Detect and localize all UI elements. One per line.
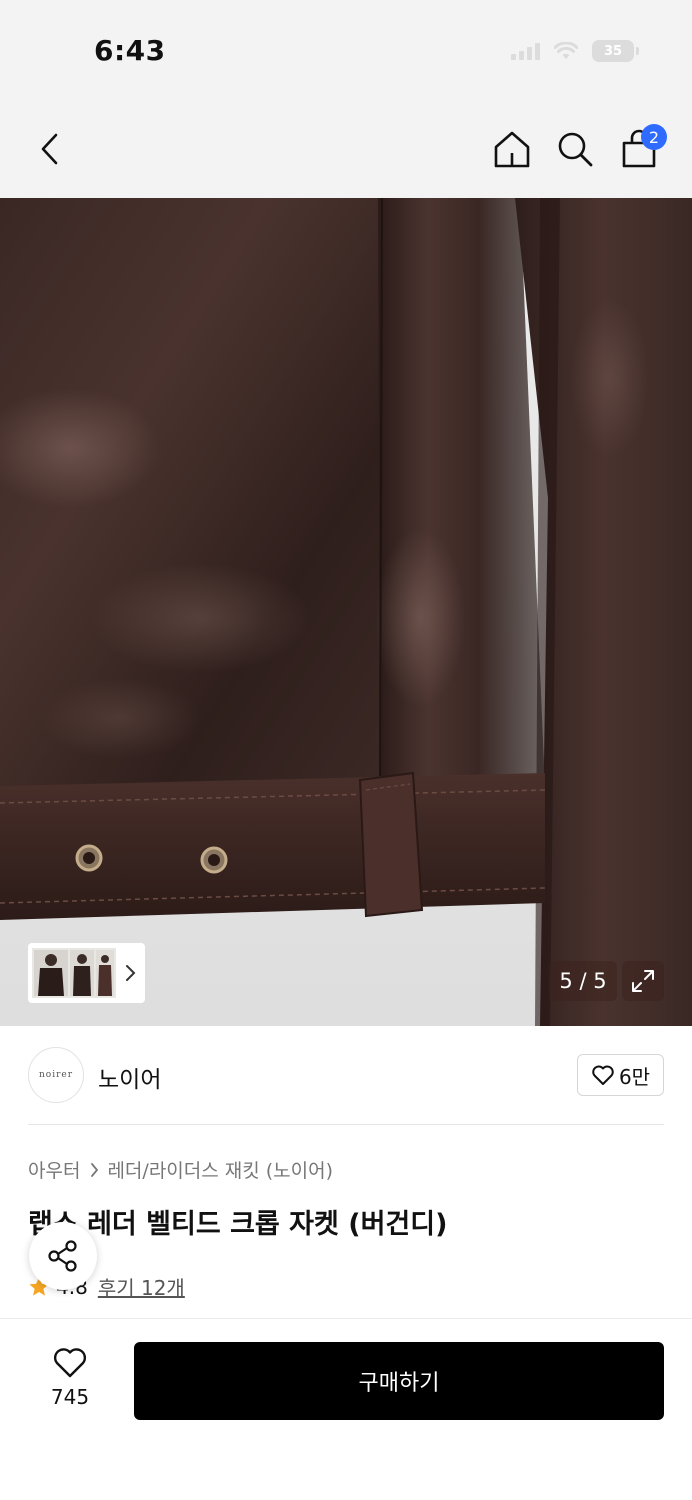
image-counter: 5 / 5 xyxy=(549,961,617,1001)
breadcrumb: 아우터 레더/라이더스 재킷 (노이어) xyxy=(28,1156,333,1183)
status-icons: 35 xyxy=(511,40,639,62)
chevron-right-icon xyxy=(126,965,136,981)
buy-button[interactable]: 구매하기 xyxy=(134,1342,664,1420)
divider xyxy=(28,1124,664,1125)
wishlist-button[interactable]: 745 xyxy=(36,1347,104,1409)
brand-like-count: 6만 xyxy=(618,1064,651,1089)
nav-bar: 2 xyxy=(0,100,692,198)
home-button[interactable] xyxy=(490,126,534,172)
chevron-right-icon xyxy=(90,1162,99,1178)
chevron-left-icon xyxy=(41,133,58,165)
search-icon xyxy=(558,132,593,167)
battery-icon: 35 xyxy=(592,40,639,62)
expand-button[interactable] xyxy=(622,961,664,1001)
brand-like-button[interactable]: 6만 xyxy=(577,1054,664,1096)
search-button[interactable] xyxy=(553,126,597,172)
breadcrumb-subcategory[interactable]: 레더/라이더스 재킷 (노이어) xyxy=(107,1156,333,1183)
signal-icon xyxy=(511,42,540,60)
home-icon xyxy=(494,131,530,168)
thumbnail-images xyxy=(32,948,116,998)
product-image[interactable]: 5 / 5 xyxy=(0,198,692,1026)
breadcrumb-category[interactable]: 아우터 xyxy=(28,1156,80,1183)
review-count-link[interactable]: 후기 12개 xyxy=(98,1272,185,1301)
wifi-icon xyxy=(554,42,578,59)
status-bar: 6:43 35 xyxy=(0,0,692,100)
brand-row: noirer 노이어 6만 xyxy=(0,1026,692,1126)
wishlist-count: 745 xyxy=(50,1385,90,1409)
heart-icon xyxy=(592,1065,614,1085)
leather-jacket-image xyxy=(0,198,692,1026)
cart-count-badge: 2 xyxy=(641,124,667,150)
cart-button[interactable]: 2 xyxy=(617,124,667,172)
back-button[interactable] xyxy=(28,126,72,172)
status-time: 6:43 xyxy=(94,34,166,67)
bottom-action-bar: 745 구매하기 xyxy=(0,1318,692,1500)
thumbnail-strip[interactable] xyxy=(28,943,145,1003)
share-button[interactable] xyxy=(29,1222,97,1290)
expand-icon xyxy=(632,970,654,992)
brand-name[interactable]: 노이어 xyxy=(98,1060,161,1094)
product-title: 랩스 레더 벨티드 크롭 자켓 (버건디) xyxy=(28,1209,448,1240)
brand-logo[interactable]: noirer xyxy=(28,1047,84,1103)
share-icon xyxy=(48,1240,77,1272)
heart-icon xyxy=(53,1348,87,1378)
